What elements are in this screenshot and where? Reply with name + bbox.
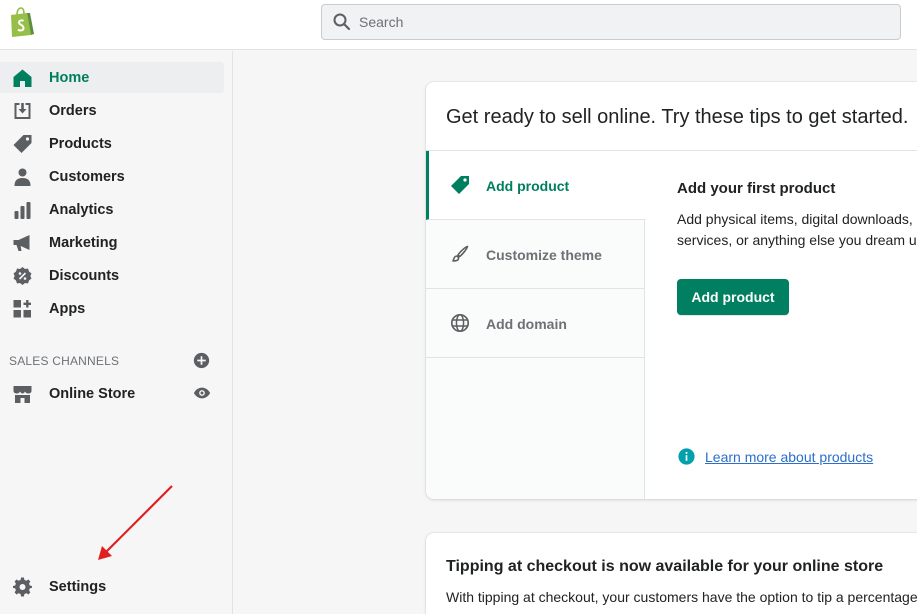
person-icon — [14, 168, 31, 186]
orders-icon — [14, 103, 31, 119]
sidebar-item-online-store[interactable]: Online Store — [0, 378, 224, 409]
panel-title: Add your first product — [677, 180, 836, 197]
sidebar-item-products[interactable]: Products — [0, 128, 224, 159]
globe-icon — [450, 313, 470, 333]
sidebar-item-label: Customers — [49, 168, 125, 185]
search-bar[interactable] — [321, 4, 901, 40]
store-icon — [13, 386, 32, 403]
apps-icon — [13, 300, 31, 318]
sidebar-item-label: Discounts — [49, 267, 120, 284]
tab-add-domain[interactable]: Add domain — [426, 289, 645, 358]
card-title: Get ready to sell online. Try these tips… — [446, 106, 909, 128]
tab-customize-theme[interactable]: Customize theme — [426, 220, 645, 289]
sidebar-item-settings[interactable]: Settings — [0, 571, 224, 602]
sidebar-item-apps[interactable]: Apps — [0, 293, 224, 324]
sidebar-item-label: Marketing — [49, 234, 118, 251]
add-product-button[interactable]: Add product — [677, 279, 789, 315]
tab-label: Add domain — [486, 316, 567, 332]
sidebar-item-orders[interactable]: Orders — [0, 95, 224, 126]
eye-icon[interactable] — [193, 386, 211, 400]
sidebar-item-customers[interactable]: Customers — [0, 161, 224, 192]
sidebar-item-label: Settings — [49, 578, 107, 595]
sidebar-item-label: Orders — [49, 102, 97, 119]
tag-icon — [13, 135, 32, 153]
card-description: With tipping at checkout, your customers… — [446, 589, 917, 605]
panel-description: Add physical items, digital downloads, s… — [677, 211, 917, 248]
setup-tabs: Add product Customize theme Add domain — [426, 151, 646, 499]
sidebar-item-label: Online Store — [49, 385, 136, 402]
annotation-arrow — [98, 485, 173, 560]
shopify-bag-icon[interactable] — [8, 7, 34, 37]
home-icon — [13, 69, 32, 87]
sidebar-item-label: Analytics — [49, 201, 114, 218]
discount-icon — [13, 267, 32, 285]
card-title: Tipping at checkout is now available for… — [446, 558, 884, 575]
tab-label: Add product — [486, 178, 570, 194]
add-circle-icon[interactable] — [193, 352, 210, 369]
sidebar-item-label: Products — [49, 135, 112, 152]
megaphone-icon — [13, 235, 30, 251]
sidebar-item-discounts[interactable]: Discounts — [0, 260, 224, 291]
sidebar-item-label: Home — [49, 69, 90, 86]
learn-more-products-link[interactable]: Learn more about products — [705, 449, 873, 465]
setup-guide-card: Get ready to sell online. Try these tips… — [426, 82, 917, 499]
sidebar-item-marketing[interactable]: Marketing — [0, 227, 224, 258]
sales-channels-heading: SALES CHANNELS — [9, 354, 120, 368]
search-icon — [333, 13, 351, 31]
search-input[interactable] — [359, 14, 859, 30]
sidebar-item-analytics[interactable]: Analytics — [0, 194, 224, 225]
bar-chart-icon — [14, 202, 31, 219]
sidebar-item-label: Apps — [49, 300, 86, 317]
top-bar — [0, 0, 917, 50]
info-icon — [678, 448, 695, 465]
tipping-card: Tipping at checkout is now available for… — [426, 533, 917, 614]
sidebar-item-home[interactable]: Home — [0, 62, 224, 93]
gear-icon — [12, 577, 32, 597]
tag-icon — [451, 176, 469, 194]
tab-label: Customize theme — [486, 247, 602, 263]
brush-icon — [452, 245, 469, 262]
tab-add-product[interactable]: Add product — [426, 151, 646, 220]
